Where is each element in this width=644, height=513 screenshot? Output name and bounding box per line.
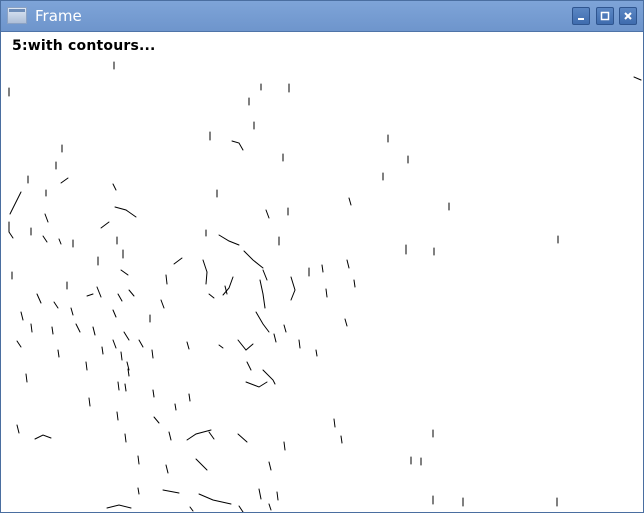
- app-window: Frame 5:with contours...: [0, 0, 644, 513]
- frame-caption: 5:with contours...: [12, 38, 156, 54]
- minimize-icon: [578, 18, 584, 20]
- maximize-icon: [600, 11, 610, 21]
- title-bar[interactable]: Frame: [1, 1, 643, 32]
- close-button[interactable]: [619, 7, 637, 25]
- image-canvas: 5:with contours...: [1, 32, 643, 512]
- close-icon: [624, 12, 632, 20]
- window-icon: [7, 7, 27, 24]
- contour-image: [8, 61, 642, 512]
- maximize-button[interactable]: [596, 7, 614, 25]
- window-title: Frame: [35, 7, 82, 25]
- minimize-button[interactable]: [572, 7, 590, 25]
